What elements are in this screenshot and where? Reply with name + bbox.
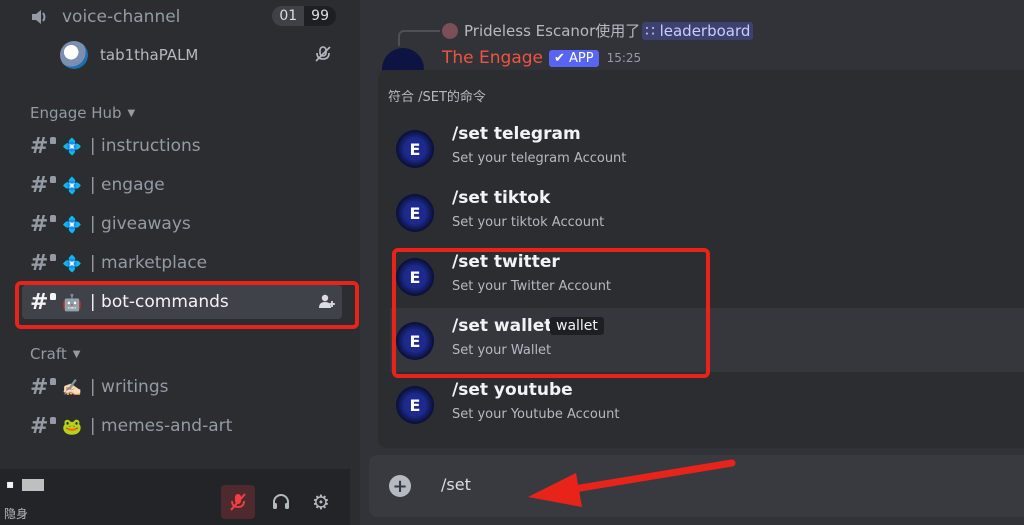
locked-hash-icon: # — [30, 251, 56, 276]
bot-logo-icon: E — [396, 194, 434, 232]
command-option[interactable]: E /set tiktok Set your tiktok Account — [390, 180, 1024, 244]
locked-hash-icon: # — [30, 134, 56, 159]
annotation-arrow-icon — [528, 459, 736, 507]
panel-user-status: 隐身 — [4, 507, 29, 521]
app-badge: ✔ APP — [549, 49, 599, 67]
chevron-down-icon: ▼ — [127, 107, 136, 119]
command-option[interactable]: E /set telegram Set your telegram Accoun… — [390, 116, 1024, 180]
deafen-button[interactable] — [264, 485, 298, 519]
channel-memes-and-art[interactable]: # 🐸 | memes-and-art — [22, 409, 342, 443]
settings-button[interactable]: ⚙ — [304, 485, 338, 519]
voice-channel-row[interactable]: voice-channel 01 99 — [28, 4, 348, 30]
autocomplete-title: 符合 /SET的命令 — [388, 90, 486, 105]
locked-hash-icon: # — [30, 375, 56, 400]
channel-instructions[interactable]: # 💠 | instructions — [22, 129, 342, 163]
mic-muted-icon — [314, 45, 332, 67]
message-input[interactable]: /set — [441, 475, 471, 494]
channel-engage[interactable]: # 💠 | engage — [22, 168, 342, 202]
voice-user-name: tab1thaPALM — [100, 46, 199, 64]
bot-logo-icon: E — [396, 386, 434, 424]
gear-icon: ⚙ — [312, 490, 330, 514]
avatar — [442, 22, 458, 39]
avatar — [60, 41, 88, 69]
voice-channel-name: voice-channel — [62, 7, 181, 27]
locked-hash-icon: # — [30, 173, 56, 198]
mute-button[interactable] — [221, 485, 255, 519]
reply-context[interactable]: Prideless Escanor 使用了 ∷ leaderboard — [442, 20, 754, 41]
category-engage-hub[interactable]: Engage Hub ▼ — [30, 104, 135, 122]
locked-hash-icon: # — [30, 414, 56, 439]
highlight-bot-commands — [15, 281, 359, 329]
bot-logo-icon: E — [396, 130, 434, 168]
headphones-icon — [273, 494, 289, 509]
message-timestamp: 15:25 — [606, 51, 642, 65]
speaker-icon — [28, 6, 50, 28]
voice-user-count: 01 99 — [272, 6, 336, 26]
channel-writings[interactable]: # ✍🏻 | writings — [22, 370, 342, 404]
voice-user-row[interactable]: tab1thaPALM — [60, 40, 348, 70]
channel-sidebar: voice-channel 01 99 tab1thaPALM Engage H… — [0, 0, 360, 525]
chevron-down-icon: ▼ — [72, 348, 81, 360]
command-autocomplete: 符合 /SET的命令 E /set telegram Set your tele… — [378, 70, 1024, 448]
command-option[interactable]: E /set youtube Set your Youtube Account — [390, 372, 1024, 436]
message-author[interactable]: The Engage — [442, 48, 543, 68]
channel-giveaways[interactable]: # 💠 | giveaways — [22, 207, 342, 241]
panel-user-avatar-blurred[interactable]: ▪ — [6, 477, 45, 491]
user-panel: ▪ 隐身 ⚙ — [0, 469, 350, 525]
add-attachment-button[interactable]: + — [389, 475, 411, 497]
channel-marketplace[interactable]: # 💠 | marketplace — [22, 246, 342, 280]
message-header: The Engage ✔ APP 15:25 — [442, 48, 641, 68]
highlight-twitter-wallet — [392, 248, 710, 378]
reply-connector — [398, 30, 440, 46]
locked-hash-icon: # — [30, 212, 56, 237]
category-craft[interactable]: Craft ▼ — [30, 345, 80, 363]
slash-command-mention[interactable]: ∷ leaderboard — [642, 21, 754, 40]
mic-muted-icon — [230, 493, 246, 511]
